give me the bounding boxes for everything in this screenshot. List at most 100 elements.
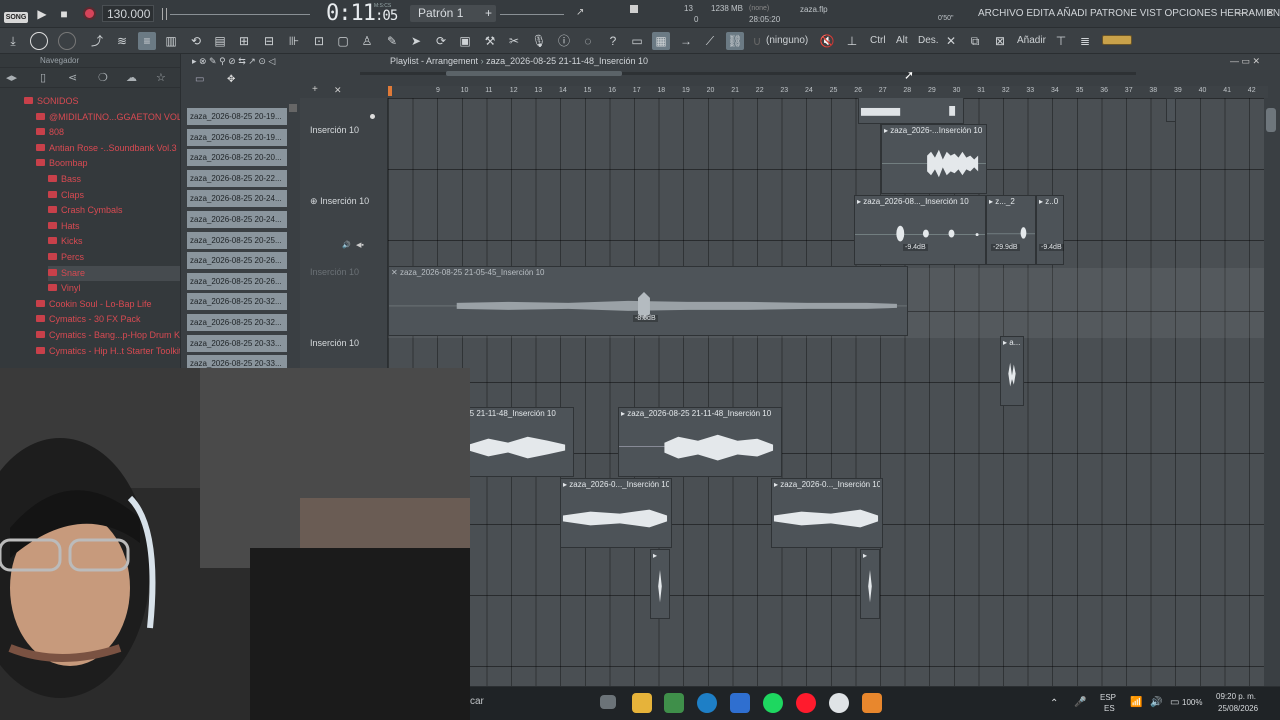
wifi-icon[interactable]: 📶 [1130, 697, 1142, 708]
recent-file-item[interactable]: zaza_2026-08-25 20-32... [187, 293, 287, 311]
language-bottom[interactable]: ES [1104, 704, 1115, 713]
piano-roll-icon[interactable]: ⊟ [260, 32, 278, 50]
cloud-icon[interactable]: ☁ [126, 71, 137, 84]
add-pattern-icon[interactable]: + [485, 5, 492, 22]
paste-icon[interactable]: ⊠ [991, 32, 1009, 50]
metronome-icon[interactable] [162, 8, 167, 20]
copy-icon[interactable]: ⧉ [966, 32, 984, 50]
stop-icon[interactable]: ■ [56, 6, 72, 22]
plugin-db-icon[interactable]: ❍ [98, 71, 108, 84]
alt-key-button[interactable]: Alt [896, 35, 908, 46]
recent-file-item[interactable]: zaza_2026-08-25 20-32... [187, 314, 287, 331]
move-icon[interactable]: ✥ [227, 74, 235, 85]
countdown-icon[interactable]: ▤ [211, 32, 229, 50]
store-icon[interactable] [730, 693, 750, 713]
vertical-scrollbar[interactable] [1264, 98, 1278, 708]
recent-file-item[interactable]: zaza_2026-08-25 20-26... [187, 252, 287, 270]
browser-folder[interactable]: Vinyl [48, 281, 80, 296]
recent-file-item[interactable]: zaza_2026-08-25 20-33... [187, 334, 287, 352]
playlist-window-controls[interactable]: — ▭ ✕ [1230, 56, 1260, 67]
browser-folder[interactable]: Kicks [48, 234, 83, 249]
audio-clip[interactable]: ▸ [650, 549, 670, 619]
pattern-selector[interactable]: Patrón 1 + [410, 5, 496, 22]
arrow-tool-icon[interactable]: ➤ [407, 32, 425, 50]
microphone-icon[interactable]: 🎙 [530, 32, 548, 50]
track-name[interactable]: Inserción 10 [310, 338, 359, 348]
keyboard-icon[interactable]: ▦ [652, 32, 670, 50]
fl-studio-icon[interactable] [862, 693, 882, 713]
loop-record-icon[interactable]: ⟲ [187, 32, 205, 50]
share-icon[interactable]: ⋖ [68, 71, 77, 84]
chat-icon[interactable]: ◌ [579, 32, 597, 50]
browser-folder[interactable]: @MIDILATINO...GGAETON VOL. 1 [36, 110, 192, 125]
audio-clip[interactable]: ▸ z..0 -9.4dB [1036, 195, 1064, 265]
language-top[interactable]: ESP [1100, 693, 1116, 702]
link-icon[interactable]: ⛓ [726, 32, 744, 50]
opera-icon[interactable] [796, 693, 816, 713]
recent-file-item[interactable]: zaza_2026-08-25 20-22... [187, 169, 287, 187]
playlist-icon[interactable]: ▢ [334, 32, 352, 50]
browser-folder[interactable]: Crash Cymbals [48, 203, 123, 218]
browser-folder[interactable]: Cymatics - 30 FX Pack [36, 312, 141, 327]
recent-file-item[interactable]: zaza_2026-08-25 20-20... [187, 149, 287, 167]
playlist-tool-icons[interactable]: ▸ ⊗ ✎ ⚲ ⊘ ⇆ ↗ ⊙ ◁ [192, 56, 275, 67]
browser-folder[interactable]: Bass [48, 172, 81, 187]
audio-clip[interactable] [858, 98, 964, 124]
typing-keyboard-icon[interactable]: ▥ [162, 32, 180, 50]
master-pitch-slider[interactable] [170, 14, 310, 15]
close-track-icon[interactable]: ✕ [334, 85, 342, 96]
mic-tray-icon[interactable]: 🎤 [1074, 697, 1086, 708]
file-icon[interactable]: ▯ [40, 71, 46, 84]
pin-icon[interactable]: ⊤ [1052, 32, 1070, 50]
picker-icon[interactable]: ▭ [195, 74, 204, 85]
ctrl-key-button[interactable]: Ctrl [870, 35, 886, 46]
info-icon[interactable]: ⓘ [555, 32, 573, 50]
audio-clip[interactable]: ▸ a... [1000, 336, 1024, 406]
snap-selector[interactable]: (ninguno) [766, 35, 808, 46]
plugin-icon[interactable]: ♙ [358, 32, 376, 50]
channel-rack-icon[interactable]: ⊪ [285, 32, 303, 50]
back-forward-icon[interactable]: ◂▸ [6, 71, 17, 84]
restore-icon[interactable]: ▫ [1250, 8, 1254, 19]
browser-folder[interactable]: Antian Rose -..Soundbank Vol.3 [36, 141, 177, 156]
horizontal-scroll-thumb[interactable] [446, 71, 622, 76]
recent-file-item[interactable]: zaza_2026-08-25 20-26... [187, 272, 287, 290]
battery-icon[interactable]: ▭ [1170, 697, 1179, 708]
playlist-pattern-crumb[interactable]: zaza_2026-08-25 21-11-48_Inserción 10 [486, 56, 648, 66]
recent-file-item[interactable]: zaza_2026-08-25 20-24... [187, 190, 287, 208]
main-menu[interactable]: ARCHIVO EDITA AÑADI PATRONE VIST OPCIONE… [978, 8, 1280, 19]
minimize-icon[interactable]: — [1236, 8, 1246, 19]
recent-file-item[interactable]: zaza_2026-08-25 20-19... [187, 108, 287, 125]
playhead-marker[interactable] [388, 86, 392, 96]
audio-clip[interactable]: ▸ zaza_2026-08-25 21-11-48_Inserción 10 [618, 407, 782, 477]
browser-folder[interactable]: Claps [48, 188, 84, 203]
browser-folder[interactable]: Cymatics - Bang...p-Hop Drum Kit [36, 328, 185, 343]
browser-folder[interactable]: Boombap [36, 156, 88, 171]
audio-clip-small[interactable] [1166, 98, 1176, 122]
audio-clip[interactable]: ▸ [860, 549, 880, 619]
browser-folder[interactable]: Cymatics - Hip H..t Starter Toolkit [36, 344, 181, 359]
pen-icon[interactable]: ✎ [383, 32, 401, 50]
track-name[interactable]: Inserción 10 [310, 125, 359, 135]
track-led[interactable] [370, 114, 375, 119]
editor-app-icon[interactable] [664, 693, 684, 713]
play-icon[interactable]: ▶ [34, 6, 50, 22]
refresh-icon[interactable]: ⟳ [432, 32, 450, 50]
list-icon[interactable]: ≣ [1076, 32, 1094, 50]
picker-scroll-icon[interactable] [289, 104, 297, 112]
save-icon[interactable]: ⤓ [4, 32, 22, 50]
magnet-icon[interactable]: ∪ [748, 32, 766, 50]
audio-clip[interactable]: ▸ z..._2 -29.9dB [986, 195, 1036, 265]
master-pitch-knob[interactable] [58, 32, 76, 50]
browser-folder[interactable]: 808 [36, 125, 64, 140]
audio-clip[interactable]: ▸ zaza_2026-08..._Inserción 10 -9.4dB [854, 195, 986, 265]
cut-tool-icon[interactable]: ✂ [505, 32, 523, 50]
undo-button[interactable]: Des. [918, 35, 939, 46]
spotify-icon[interactable] [763, 693, 783, 713]
tools-icon[interactable]: ⚒ [481, 32, 499, 50]
render-icon[interactable]: ▣ [456, 32, 474, 50]
track-name[interactable]: Inserción 10 [310, 267, 359, 277]
audio-clip[interactable]: ▸ zaza_2026-0..._Inserción 10 [771, 478, 883, 548]
volume-icon[interactable]: 🔊 [1150, 697, 1162, 708]
taskbar-search[interactable]: car [470, 696, 484, 707]
